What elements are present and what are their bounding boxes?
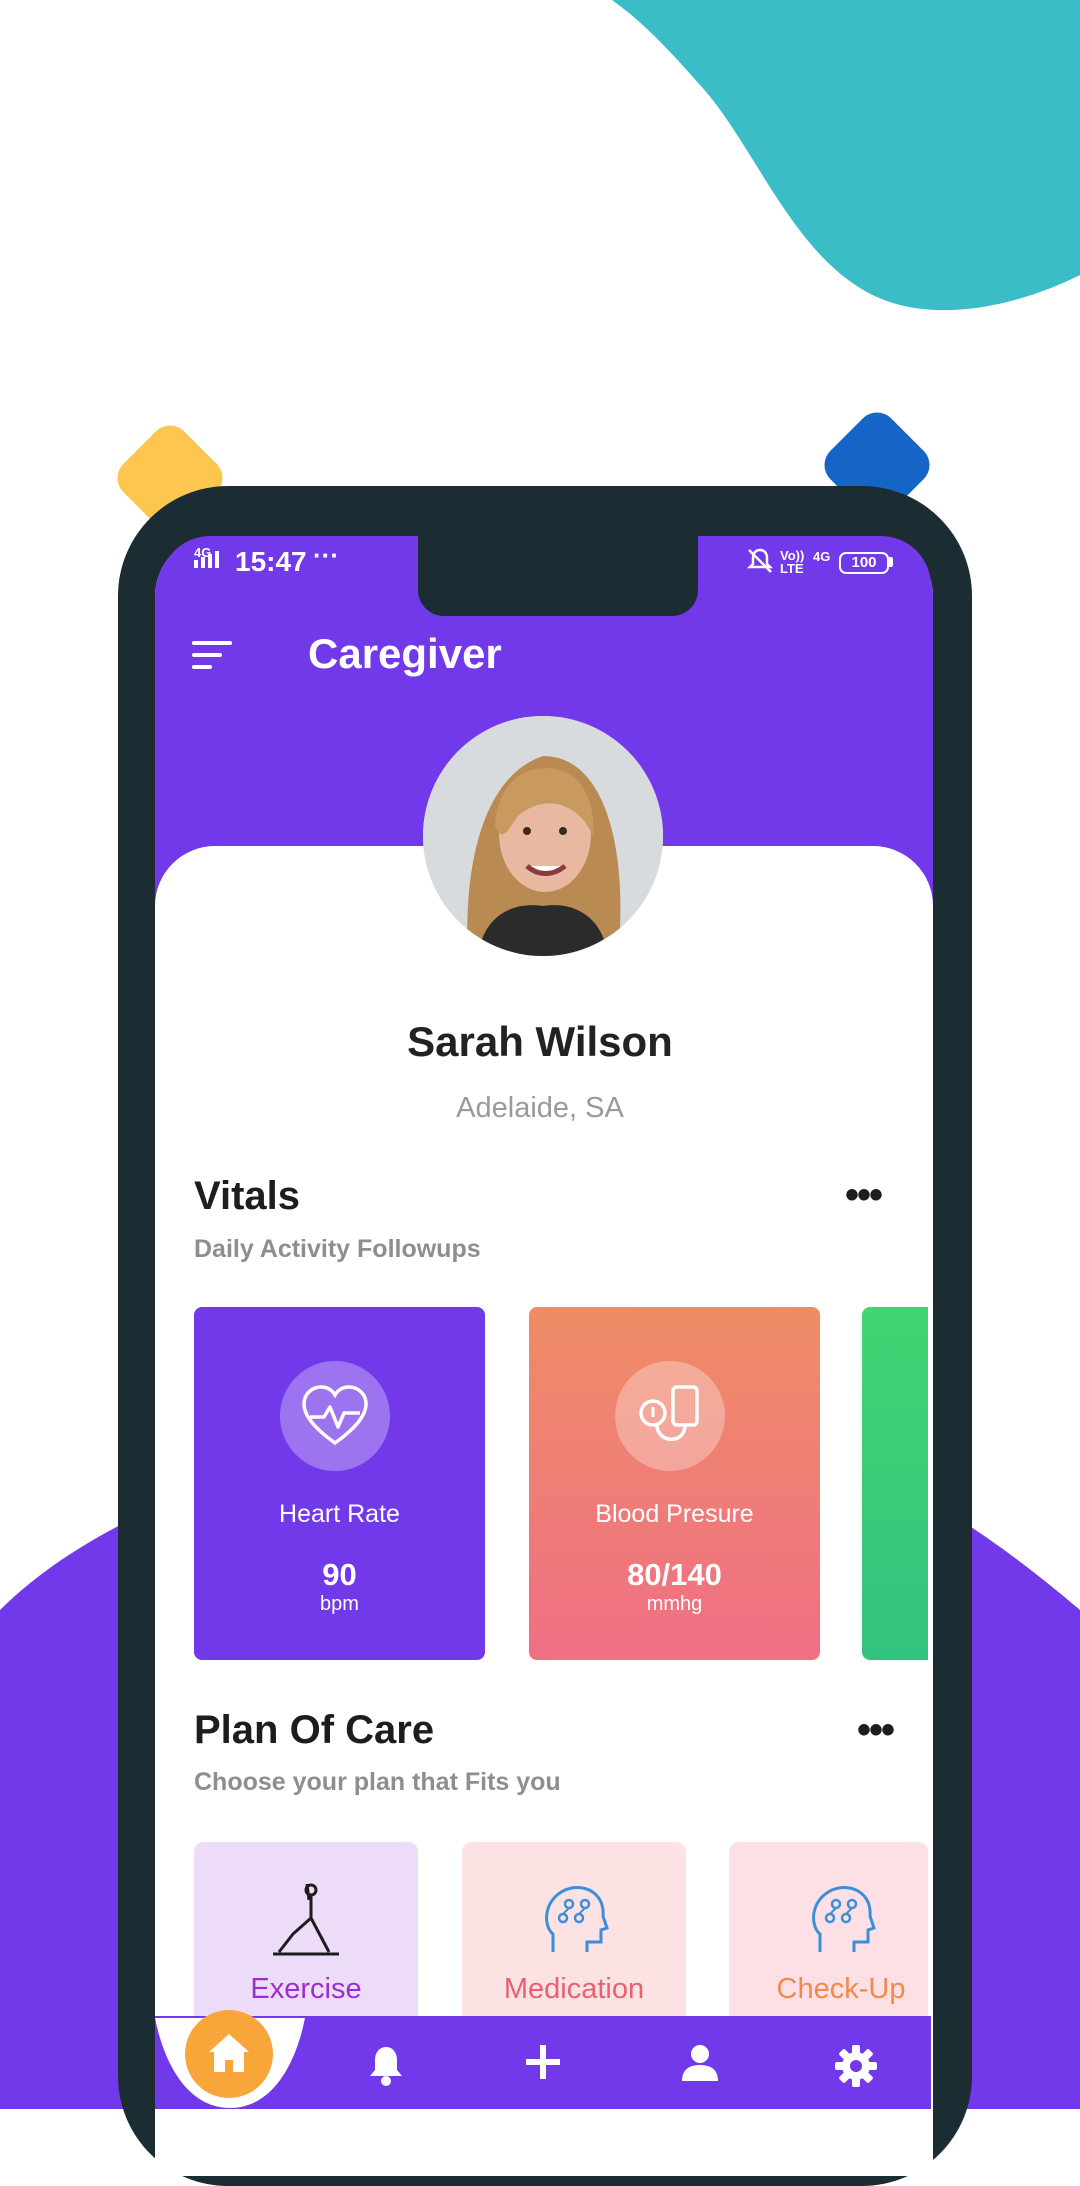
heart-rate-card[interactable]: Heart Rate 90 bpm: [194, 1307, 485, 1660]
plan-of-care-title: Plan Of Care: [194, 1708, 435, 1752]
yoga-icon: [273, 1883, 339, 1956]
plan-label: Medication: [503, 1973, 645, 2005]
vital-label: Heart Rate: [279, 1500, 400, 1528]
status-bar-right: [699, 536, 931, 594]
plan-more-button[interactable]: •••: [857, 1710, 895, 1750]
avatar-portrait: [423, 716, 663, 956]
plan-card-medication[interactable]: Medication: [462, 1842, 686, 2022]
phone-notch: [418, 520, 698, 616]
app-title: Caregiver: [308, 630, 502, 677]
heart-pulse-icon: [302, 1385, 368, 1446]
plan-card-checkup[interactable]: Check-Up: [729, 1842, 928, 2022]
avatar[interactable]: [423, 716, 663, 956]
brain-icon: [545, 1886, 609, 1952]
vital-card-partial[interactable]: [862, 1307, 928, 1660]
vitals-subtitle: Daily Activity Followups: [194, 1235, 481, 1263]
nav-home-button[interactable]: [185, 2010, 273, 2098]
vital-unit: mmhg: [646, 1593, 703, 1615]
plan-of-care-subtitle: Choose your plan that Fits you: [194, 1768, 561, 1796]
plus-icon[interactable]: [524, 2043, 562, 2081]
menu-icon[interactable]: [192, 639, 234, 671]
blood-pressure-icon-wrap: [615, 1361, 725, 1471]
network-right: 4G: [813, 549, 831, 564]
blood-pressure-card[interactable]: Blood Presure 80/140 mmhg: [529, 1307, 820, 1660]
plan-card-exercise[interactable]: Exercise: [194, 1842, 418, 2022]
vital-unit: bpm: [320, 1593, 359, 1615]
volte-indicator: Vo)) LTE: [780, 548, 805, 576]
vital-label: Blood Presure: [595, 1500, 754, 1528]
status-time: 15:47: [235, 546, 307, 577]
vital-value: 80/140: [627, 1557, 722, 1592]
gear-icon[interactable]: [833, 2043, 879, 2089]
brain-icon: [812, 1886, 876, 1952]
battery-tip: [889, 557, 893, 567]
plan-label: Exercise: [250, 1973, 362, 2005]
signal-icon: [194, 551, 219, 568]
user-name: Sarah Wilson: [407, 1018, 673, 1065]
battery-indicator: 100: [839, 552, 889, 574]
mute-bell-icon: [746, 548, 774, 573]
status-more: ···: [313, 540, 339, 570]
vital-value: 90: [322, 1557, 357, 1592]
user-location: Adelaide, SA: [456, 1092, 624, 1124]
vitals-more-button[interactable]: •••: [845, 1175, 883, 1215]
plan-label: Check-Up: [776, 1973, 906, 2005]
heart-rate-icon-wrap: [280, 1361, 390, 1471]
vitals-title: Vitals: [194, 1174, 300, 1218]
blood-pressure-icon: [639, 1385, 699, 1441]
user-icon[interactable]: [680, 2043, 720, 2083]
bell-icon[interactable]: [366, 2043, 406, 2087]
home-icon: [209, 2034, 249, 2072]
